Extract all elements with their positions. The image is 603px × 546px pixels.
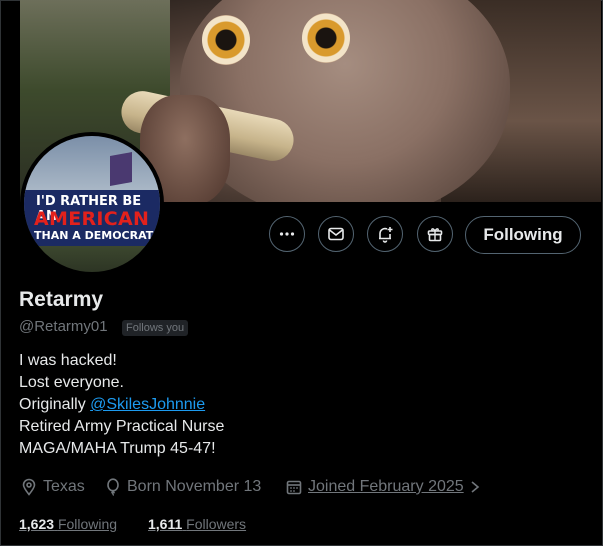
- chevron-right-icon: [471, 481, 479, 493]
- avatar-sign-line2: AMERICAN: [34, 208, 150, 230]
- avatar[interactable]: I'D RATHER BE AN AMERICAN THAN A DEMOCRA…: [20, 132, 164, 276]
- following-label: Following: [57, 516, 118, 532]
- following-count-link[interactable]: 1,623 Following: [19, 516, 117, 532]
- location-item: Texas: [20, 478, 85, 496]
- birthday-text: Born November 13: [127, 478, 262, 495]
- bio-line: Lost everyone.: [19, 374, 124, 391]
- joined-text: Joined February 2025: [308, 478, 464, 495]
- following-button[interactable]: Following: [465, 216, 581, 254]
- location-text: Texas: [43, 478, 85, 495]
- banner-eye-right: [302, 13, 350, 63]
- more-icon: [279, 232, 295, 236]
- bio-line: Retired Army Practical Nurse: [19, 418, 225, 435]
- notify-button[interactable]: [367, 216, 403, 252]
- following-count: 1,623: [19, 516, 55, 532]
- display-name: Retarmy: [19, 288, 104, 311]
- follows-you-badge: Follows you: [122, 320, 189, 336]
- followers-count: 1,611: [148, 516, 183, 532]
- banner-eye-left: [202, 15, 250, 65]
- bio-line: I was hacked!: [19, 352, 117, 369]
- bio-line: Originally @SkilesJohnnie: [19, 394, 224, 416]
- balloon-icon: [107, 478, 119, 496]
- joined-item[interactable]: Joined February 2025: [285, 478, 487, 496]
- more-button[interactable]: [269, 216, 305, 252]
- bio: I was hacked! Lost everyone. Originally …: [19, 350, 224, 460]
- followers-count-link[interactable]: 1,611 Followers: [148, 516, 246, 532]
- message-icon: [328, 227, 344, 241]
- location-pin-icon: [22, 478, 36, 496]
- followers-label: Followers: [186, 516, 247, 532]
- avatar-flag: [110, 152, 132, 186]
- calendar-icon: [286, 480, 302, 495]
- notify-icon: [379, 227, 393, 243]
- birthday-item: Born November 13: [104, 478, 261, 496]
- avatar-sign-line3: THAN A DEMOCRAT: [34, 229, 154, 242]
- subscribe-icon: [427, 228, 443, 242]
- message-button[interactable]: [318, 216, 354, 252]
- subscribe-button[interactable]: [417, 216, 453, 252]
- user-handle: @Retarmy01: [19, 318, 108, 335]
- bio-line: MAGA/MAHA Trump 45-47!: [19, 440, 216, 457]
- bio-text: Originally: [19, 396, 91, 413]
- bio-mention-link[interactable]: @SkilesJohnnie: [90, 396, 205, 413]
